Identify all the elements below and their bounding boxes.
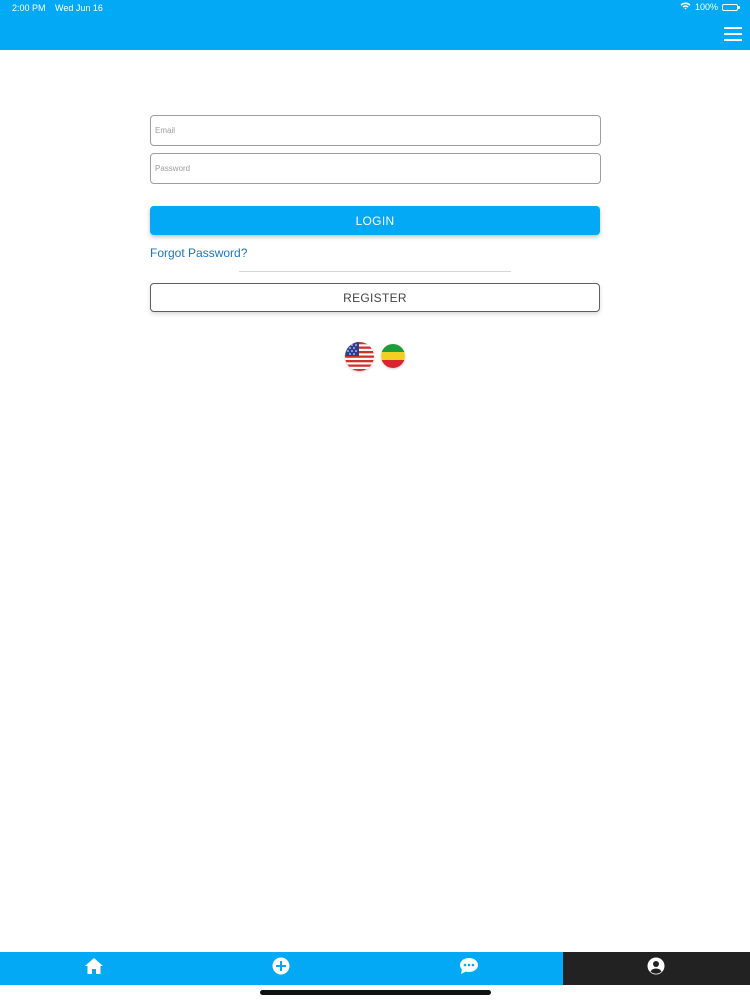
app-header: 2:00 PM Wed Jun 16 100% [0,0,750,50]
register-button[interactable]: REGISTER [150,283,600,312]
email-field-container [150,115,601,146]
password-field-container [150,153,601,184]
home-indicator [260,990,491,995]
battery-percent: 100% [694,2,718,12]
hamburger-menu-icon[interactable] [722,24,744,44]
tab-home[interactable] [0,952,188,985]
plus-circle-icon [272,957,290,980]
wifi-icon [680,2,691,12]
login-form: LOGIN Forgot Password? REGISTER [150,115,601,312]
status-date: Wed Jun 16 [55,3,103,13]
user-circle-icon [647,957,665,980]
email-field[interactable] [151,116,600,145]
divider [239,271,511,272]
password-field[interactable] [151,154,600,183]
status-time: 2:00 PM [12,3,46,13]
ethiopia-flag-icon[interactable] [381,344,405,368]
forgot-password-link[interactable]: Forgot Password? [150,246,247,260]
bottom-tab-bar [0,952,750,985]
chat-bubble-icon [459,957,479,980]
language-selector [345,342,405,371]
login-screen: 2:00 PM Wed Jun 16 100% Email LOGIN Forg… [0,0,750,1000]
login-button[interactable]: LOGIN [150,206,600,235]
tab-messages[interactable] [375,952,563,985]
tab-add[interactable] [187,952,375,985]
tab-account[interactable] [562,952,750,985]
us-flag-icon[interactable] [345,342,374,371]
battery-icon [722,3,740,11]
home-icon [84,957,104,980]
status-indicators: 100% [680,2,740,12]
